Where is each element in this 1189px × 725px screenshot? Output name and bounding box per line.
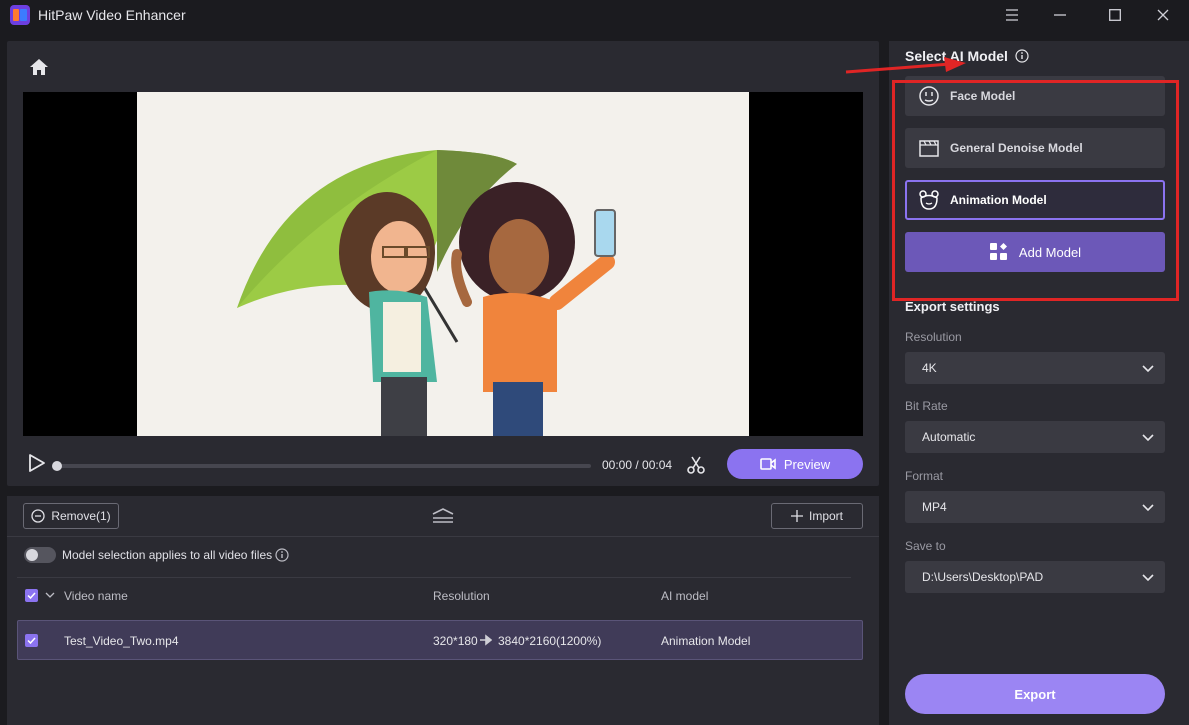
plus-icon [790,510,803,522]
remove-button[interactable]: Remove(1) [23,503,119,529]
import-button[interactable]: Import [771,503,863,529]
info-icon[interactable] [275,548,289,562]
app-title: HitPaw Video Enhancer [38,7,186,23]
face-icon [919,86,939,106]
play-icon[interactable] [25,452,47,474]
remove-label: Remove(1) [51,509,111,523]
video-viewport [23,92,863,436]
collapse-panel-icon[interactable] [432,506,454,526]
resolution-value: 4K [922,361,937,375]
check-icon [27,592,36,599]
column-header-resolution: Resolution [433,589,490,603]
general-denoise-model-label: General Denoise Model [950,141,1083,155]
save-to-select[interactable]: D:\Users\Desktop\PAD [905,561,1165,593]
file-list-panel: Remove(1) Import Model selection applies… [7,496,879,725]
apps-add-icon [989,243,1007,260]
arrow-right-icon [480,634,492,646]
row-ai-model: Animation Model [661,634,751,648]
preview-button[interactable]: Preview [727,449,863,479]
import-label: Import [808,509,843,523]
menu-button[interactable] [987,0,1037,30]
general-denoise-model-button[interactable]: General Denoise Model [905,128,1165,168]
scissors-icon[interactable] [685,454,707,476]
export-settings-title: Export settings [905,299,1000,314]
divider [7,536,879,537]
video-frame [137,92,749,436]
close-icon [1157,9,1169,21]
seek-handle[interactable] [52,461,62,471]
seek-bar[interactable] [52,461,591,471]
maximize-button[interactable] [1090,0,1140,30]
minus-circle-icon [31,509,45,523]
column-header-model: AI model [661,589,709,603]
hamburger-menu-icon [1006,9,1018,21]
add-model-label: Add Model [1018,244,1082,260]
app-logo-icon [10,5,30,25]
settings-panel: Select AI Model Face Model General Denoi… [889,41,1189,725]
format-value: MP4 [922,500,947,514]
info-icon[interactable] [1015,49,1029,63]
minimize-button[interactable] [1035,0,1085,30]
home-icon[interactable] [29,57,49,77]
animation-model-button[interactable]: Animation Model [905,180,1165,220]
title-bar: HitPaw Video Enhancer [0,0,1189,30]
face-model-button[interactable]: Face Model [905,76,1165,116]
player-panel: 00:00 / 00:04 Preview [7,41,879,486]
add-model-button[interactable]: Add Model [905,232,1165,272]
playback-time: 00:00 / 00:04 [602,458,673,472]
table-row[interactable]: Test_Video_Two.mp4 320*180 3840*2160(120… [17,620,863,660]
playback-controls: 00:00 / 00:04 Preview [23,446,863,482]
animation-model-label: Animation Model [950,193,1047,207]
clapperboard-icon [919,140,939,157]
column-header-name[interactable]: Video name [64,589,128,603]
bear-icon [919,190,939,210]
video-name: Test_Video_Two.mp4 [64,634,179,648]
minimize-icon [1054,14,1066,16]
chevron-down-icon [1142,574,1154,582]
export-button[interactable]: Export [905,674,1165,714]
bitrate-select[interactable]: Automatic [905,421,1165,453]
save-to-label: Save to [905,539,946,553]
toggle-knob [26,549,38,561]
divider [17,577,851,578]
row-checkbox[interactable] [25,634,38,647]
close-button[interactable] [1138,0,1188,30]
annotation-arrow-icon [845,57,966,74]
chevron-down-icon[interactable] [45,591,55,599]
format-select[interactable]: MP4 [905,491,1165,523]
apply-all-toggle[interactable] [24,547,56,563]
maximize-icon [1109,9,1121,21]
video-thumbnail-illustration [137,92,749,436]
resolution-label: Resolution [905,330,962,344]
resolution-select[interactable]: 4K [905,352,1165,384]
bitrate-value: Automatic [922,430,976,444]
chevron-down-icon [1142,504,1154,512]
face-model-label: Face Model [950,89,1016,103]
check-icon [27,637,36,644]
chevron-down-icon [1142,365,1154,373]
format-label: Format [905,469,944,483]
preview-label: Preview [783,456,831,472]
resolution-target: 3840*2160(1200%) [498,634,602,648]
apply-all-label: Model selection applies to all video fil… [62,548,273,562]
export-label: Export [1014,686,1056,702]
video-camera-icon [760,458,776,470]
select-all-checkbox[interactable] [25,589,38,602]
chevron-down-icon [1142,434,1154,442]
save-to-value: D:\Users\Desktop\PAD [922,570,1044,584]
resolution-source: 320*180 [433,634,478,648]
bitrate-label: Bit Rate [905,399,948,413]
